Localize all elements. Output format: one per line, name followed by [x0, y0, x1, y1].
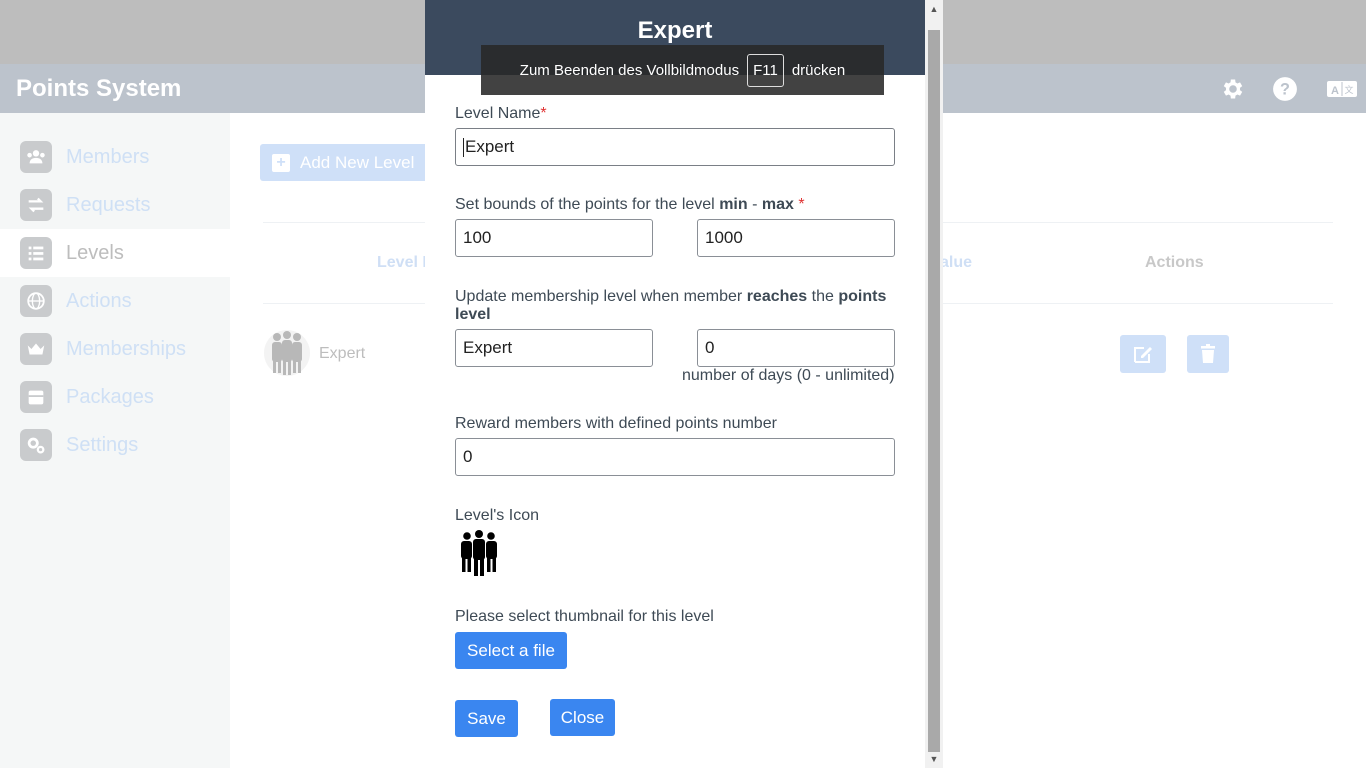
- group-icon: [461, 530, 497, 576]
- scroll-down-arrow-icon[interactable]: ▼: [928, 752, 940, 766]
- max-points-input[interactable]: 1000: [697, 219, 895, 257]
- bounds-label: Set bounds of the points for the level m…: [455, 196, 805, 213]
- add-new-level-label: Add New Level: [300, 152, 415, 172]
- package-icon: [20, 381, 52, 413]
- scroll-up-arrow-icon[interactable]: ▲: [928, 2, 940, 16]
- group-icon: [264, 330, 310, 376]
- gears-icon: [20, 429, 52, 461]
- modal-scrollbar[interactable]: ▲ ▼: [925, 0, 943, 768]
- edit-button[interactable]: [1120, 335, 1166, 373]
- app-title: Points System: [16, 74, 182, 102]
- text-caret: [463, 137, 464, 157]
- toast-text-end: drücken: [791, 61, 846, 79]
- svg-text:?: ?: [1280, 80, 1290, 98]
- sidebar-item-label: Memberships: [66, 337, 187, 360]
- fullscreen-exit-toast: Zum Beenden des Vollbildmodus F11 drücke…: [481, 45, 884, 95]
- column-header-actions: Actions: [1145, 254, 1204, 271]
- add-new-level-button[interactable]: + Add New Level: [260, 144, 430, 181]
- save-button[interactable]: Save: [455, 700, 518, 737]
- sidebar: Members Requests Levels Actions Membersh…: [0, 113, 230, 768]
- sidebar-item-label: Settings: [66, 433, 139, 456]
- sidebar-item-label: Requests: [66, 193, 151, 216]
- level-name-cell: Expert: [319, 345, 366, 362]
- close-button[interactable]: Close: [550, 699, 615, 736]
- edit-level-modal: Expert Zum Beenden des Vollbildmodus F11…: [425, 0, 925, 768]
- reward-label: Reward members with defined points numbe…: [455, 415, 777, 432]
- trash-icon: [1201, 344, 1215, 363]
- level-icon-label: Level's Icon: [455, 507, 539, 524]
- select-file-button[interactable]: Select a file: [455, 632, 567, 669]
- column-header-value: alue: [940, 254, 973, 271]
- delete-button[interactable]: [1187, 335, 1229, 373]
- svg-text:文: 文: [1344, 84, 1353, 96]
- sidebar-item-members[interactable]: Members: [0, 133, 230, 181]
- plus-icon: +: [272, 153, 290, 172]
- sidebar-item-label: Actions: [66, 289, 132, 312]
- list-icon: [20, 237, 52, 269]
- sidebar-item-levels[interactable]: Levels: [0, 229, 230, 277]
- days-input[interactable]: 0: [697, 329, 895, 367]
- users-icon: [20, 141, 52, 173]
- min-points-input[interactable]: 100: [455, 219, 653, 257]
- membership-select[interactable]: Expert: [455, 329, 653, 367]
- translate-icon[interactable]: A文: [1326, 75, 1358, 103]
- level-name-input[interactable]: Expert: [455, 128, 895, 166]
- toast-key: F11: [747, 53, 784, 87]
- sidebar-item-label: Packages: [66, 385, 154, 408]
- edit-icon: [1134, 347, 1152, 363]
- scrollbar-thumb[interactable]: [928, 30, 940, 752]
- crown-icon: [20, 333, 52, 365]
- gear-icon[interactable]: [1219, 75, 1247, 103]
- sidebar-item-requests[interactable]: Requests: [0, 181, 230, 229]
- level-name-label: Level Name*: [455, 105, 547, 122]
- sidebar-item-packages[interactable]: Packages: [0, 373, 230, 421]
- days-hint: number of days (0 - unlimited): [682, 367, 895, 384]
- sidebar-item-actions[interactable]: Actions: [0, 277, 230, 325]
- help-icon[interactable]: ?: [1271, 75, 1299, 103]
- update-membership-label: Update membership level when member reac…: [455, 288, 887, 323]
- sidebar-item-label: Levels: [66, 241, 124, 264]
- globe-icon: [20, 285, 52, 317]
- svg-text:A: A: [1331, 85, 1339, 97]
- reward-points-input[interactable]: 0: [455, 438, 895, 476]
- sidebar-item-label: Members: [66, 145, 150, 168]
- exchange-icon: [20, 189, 52, 221]
- thumbnail-label: Please select thumbnail for this level: [455, 608, 714, 625]
- sidebar-item-memberships[interactable]: Memberships: [0, 325, 230, 373]
- sidebar-item-settings[interactable]: Settings: [0, 421, 230, 469]
- toast-text: Zum Beenden des Vollbildmodus: [519, 61, 740, 79]
